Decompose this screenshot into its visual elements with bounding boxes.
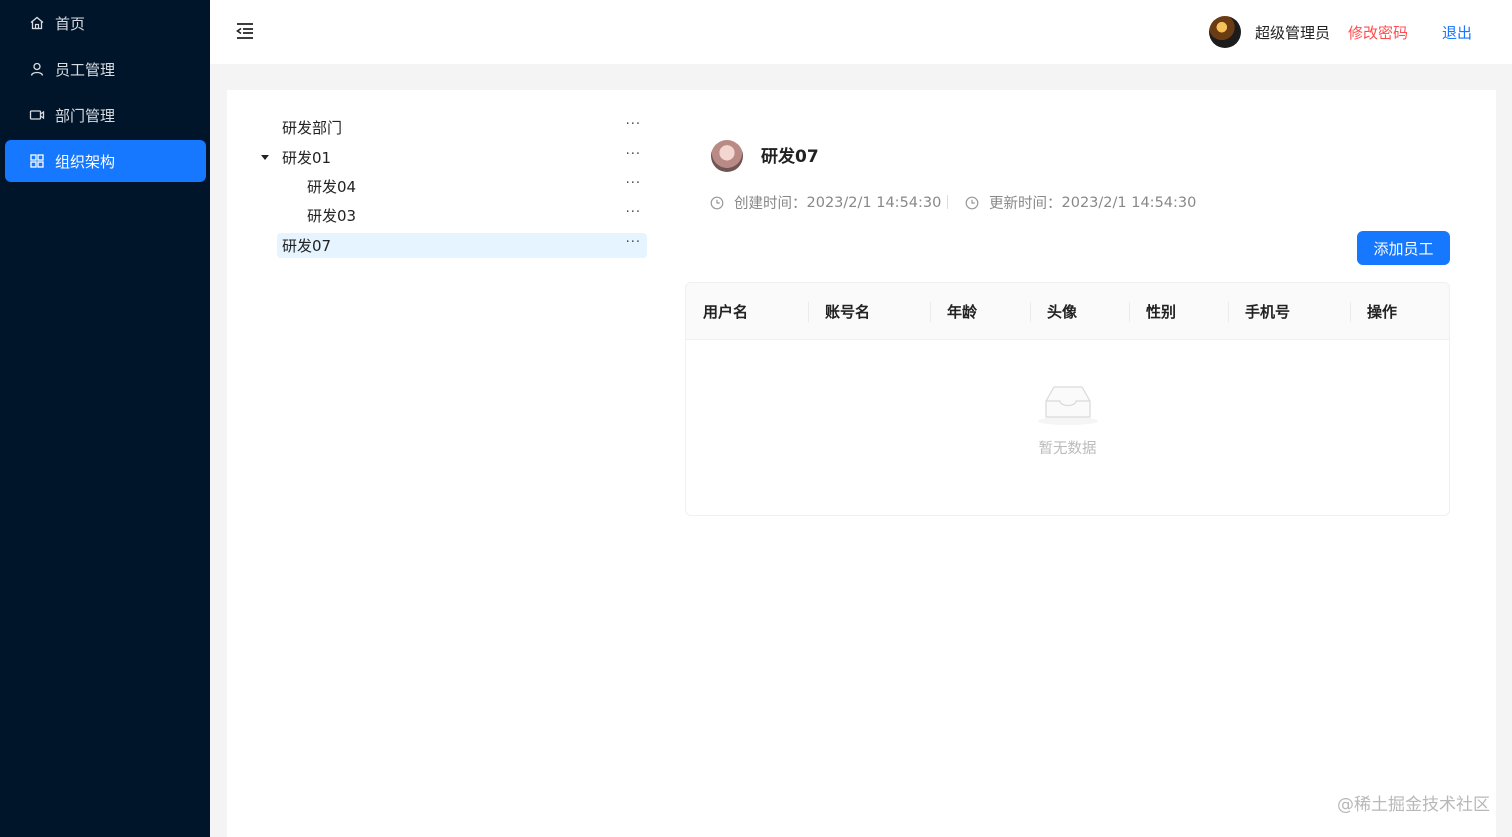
sidebar-item-label: 员工管理: [55, 60, 116, 79]
home-icon: [29, 15, 45, 31]
watermark: @稀土掘金技术社区: [1337, 795, 1490, 815]
created-label: 创建时间：: [734, 196, 807, 212]
more-icon[interactable]: ···: [626, 147, 641, 162]
user-icon: [29, 61, 45, 77]
add-employee-button[interactable]: 添加员工: [1357, 231, 1450, 265]
user-name: 超级管理员: [1254, 23, 1330, 42]
sidebar-item-departments[interactable]: 部门管理: [5, 94, 206, 136]
updated-time: 更新时间： 2023/2/1 14:54:30: [965, 192, 1196, 213]
tree-node[interactable]: 研发01 ···: [277, 145, 647, 170]
sidebar-item-label: 组织架构: [55, 152, 116, 171]
sidebar-item-org-chart[interactable]: 组织架构: [5, 140, 206, 182]
column-header: 账号名: [808, 283, 930, 340]
more-icon[interactable]: ···: [626, 235, 641, 250]
sidebar-item-label: 首页: [55, 14, 86, 33]
updated-label: 更新时间：: [989, 196, 1062, 212]
tree-node-label: 研发03: [307, 207, 357, 225]
created-value: 2023/2/1 14:54:30: [806, 194, 942, 211]
tree-node[interactable]: 研发部门 ···: [277, 115, 647, 140]
logout-link[interactable]: 退出: [1442, 22, 1472, 43]
tree-node[interactable]: 研发04 ···: [302, 174, 647, 199]
more-icon[interactable]: ···: [626, 205, 641, 220]
menu-fold-icon[interactable]: [234, 20, 256, 42]
tree-node-label: 研发01: [282, 149, 332, 167]
caret-down-icon[interactable]: [261, 155, 269, 160]
column-header: 手机号: [1228, 283, 1350, 340]
tree-node-label: 研发部门: [282, 119, 343, 137]
table-header: 用户名 账号名 年龄 头像 性别 手机号 操作: [686, 283, 1449, 340]
clock-icon: [710, 196, 724, 210]
tree-node[interactable]: 研发03 ···: [302, 203, 647, 228]
tree-node-label: 研发07: [282, 237, 332, 255]
tree-node-selected[interactable]: 研发07 ···: [277, 233, 647, 258]
department-avatar: [711, 140, 743, 172]
column-header: 用户名: [703, 303, 749, 321]
clock-icon: [965, 196, 979, 210]
column-header: 年龄: [930, 283, 1030, 340]
column-header: 操作: [1350, 283, 1449, 340]
avatar[interactable]: [1208, 16, 1241, 48]
created-time: 创建时间： 2023/2/1 14:54:30: [710, 192, 941, 213]
more-icon[interactable]: ···: [626, 117, 641, 132]
divider: [947, 195, 948, 209]
user-area: 超级管理员 修改密码 退出: [1208, 0, 1512, 64]
more-icon[interactable]: ···: [626, 176, 641, 191]
tree-node-label: 研发04: [307, 178, 357, 196]
sidebar-item-home[interactable]: 首页: [5, 2, 206, 44]
top-header: 超级管理员 修改密码 退出: [210, 0, 1512, 64]
sidebar-item-label: 部门管理: [55, 106, 116, 125]
content-card: 研发部门 ··· 研发01 ··· 研发04 ··· 研发03 ··· 研发07…: [227, 90, 1496, 837]
updated-value: 2023/2/1 14:54:30: [1061, 194, 1197, 211]
change-password-link[interactable]: 修改密码: [1348, 22, 1408, 43]
apps-icon: [29, 153, 45, 169]
sidebar-item-employees[interactable]: 员工管理: [5, 48, 206, 90]
sidebar: 首页 员工管理 部门管理 组织架构: [0, 0, 210, 837]
department-title: 研发07: [761, 147, 819, 167]
empty-text: 暂无数据: [1038, 441, 1097, 457]
employee-table: 用户名 账号名 年龄 头像 性别 手机号 操作 暂无数据: [685, 282, 1450, 516]
video-icon: [29, 107, 45, 123]
empty-state: 暂无数据: [686, 383, 1449, 458]
column-header: 性别: [1129, 283, 1228, 340]
column-header: 头像: [1030, 283, 1129, 340]
empty-inbox-icon: [1036, 386, 1100, 431]
